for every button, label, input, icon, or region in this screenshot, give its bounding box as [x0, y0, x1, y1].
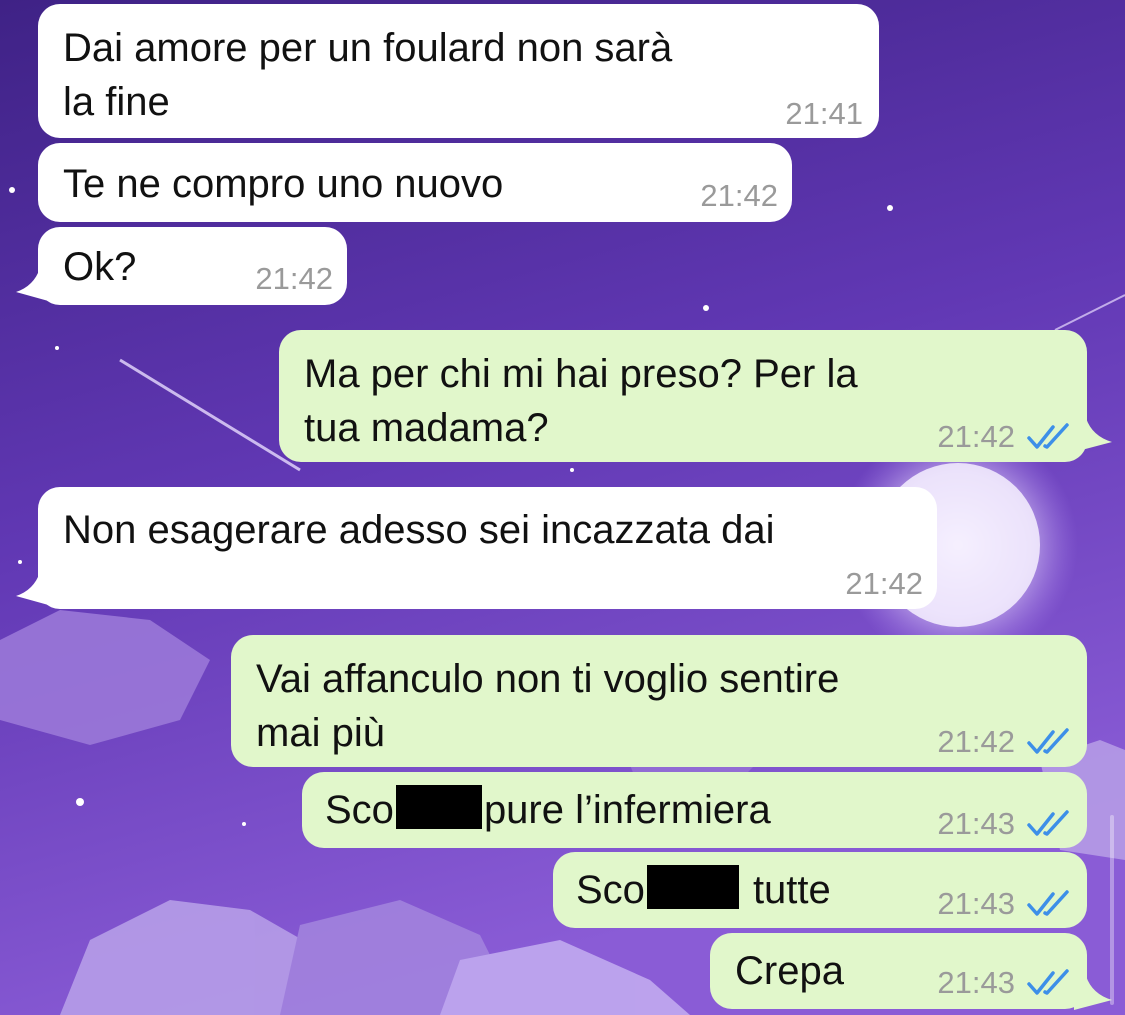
message-timestamp: 21:42 [845, 566, 923, 601]
double-check-icon [1027, 969, 1069, 995]
message-bubble-outgoing[interactable]: Crepa 21:43 [710, 933, 1087, 1009]
message-timestamp: 21:42 [937, 419, 1015, 454]
message-bubble-outgoing[interactable]: Ma per chi mi hai preso? Per la tua mada… [279, 330, 1087, 462]
message-text: Vai affanculo non ti voglio sentire [256, 657, 840, 701]
message-timestamp: 21:41 [785, 96, 863, 131]
message-timestamp: 21:42 [255, 261, 333, 296]
message-text-end: tutte [752, 868, 831, 912]
message-text: Sco pure l’infermiera [325, 783, 771, 837]
message-timestamp: 21:43 [937, 886, 1015, 921]
message-text: la fine [63, 80, 170, 124]
message-bubble-outgoing[interactable]: Sco tutte 21:43 [553, 852, 1087, 928]
message-bubble-incoming[interactable]: Non esagerare adesso sei incazzata dai 2… [38, 487, 937, 609]
message-text: mai più [256, 711, 385, 755]
message-timestamp: 21:42 [937, 724, 1015, 759]
message-bubble-incoming[interactable]: Ok? 21:42 [38, 227, 347, 305]
message-text: Te ne compro uno nuovo [63, 162, 504, 206]
message-bubble-outgoing[interactable]: Vai affanculo non ti voglio sentire mai … [231, 635, 1087, 767]
message-timestamp: 21:43 [937, 965, 1015, 1000]
message-text-end: pure l’infermiera [483, 788, 771, 832]
double-check-icon [1027, 728, 1069, 754]
redaction-box [646, 865, 739, 909]
message-text: Ok? [63, 245, 137, 289]
message-timestamp: 21:43 [937, 806, 1015, 841]
message-text: Non esagerare adesso sei incazzata dai [63, 508, 775, 552]
double-check-icon [1027, 890, 1069, 916]
message-text: Crepa [735, 949, 844, 993]
message-text: tua madama? [304, 406, 549, 450]
message-text: Dai amore per un foulard non sarà [63, 26, 673, 70]
redaction-box [395, 785, 482, 829]
message-text: Sco tutte [576, 863, 831, 917]
message-bubble-incoming[interactable]: Te ne compro uno nuovo 21:42 [38, 143, 792, 222]
message-timestamp: 21:42 [700, 178, 778, 213]
double-check-icon [1027, 423, 1069, 449]
message-text-start: Sco [325, 788, 394, 832]
message-text-start: Sco [576, 868, 645, 912]
double-check-icon [1027, 810, 1069, 836]
message-text: Ma per chi mi hai preso? Per la [304, 352, 858, 396]
message-bubble-outgoing[interactable]: Sco pure l’infermiera 21:43 [302, 772, 1087, 848]
scroll-indicator[interactable] [1110, 815, 1114, 1005]
message-bubble-incoming[interactable]: Dai amore per un foulard non sarà la fin… [38, 4, 879, 138]
